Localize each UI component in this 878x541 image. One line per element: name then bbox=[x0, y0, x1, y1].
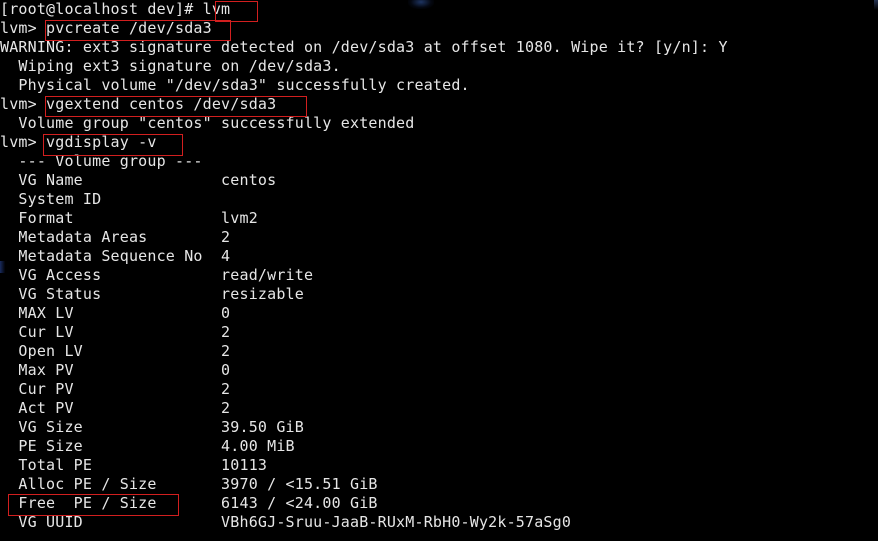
terminal-line-25: Alloc PE / Size 3970 / <15.51 GiB bbox=[0, 475, 378, 493]
terminal-line-6: Volume group "centos" successfully exten… bbox=[0, 114, 415, 132]
terminal-line-22: VG Size 39.50 GiB bbox=[0, 418, 304, 436]
terminal-line-24: Total PE 10113 bbox=[0, 456, 268, 474]
terminal-line-5: lvm> vgextend centos /dev/sda3 bbox=[0, 95, 277, 113]
terminal-line-13: Metadata Sequence No 4 bbox=[0, 247, 231, 265]
screen-artifact-right bbox=[874, 0, 878, 10]
terminal-line-17: Cur LV 2 bbox=[0, 323, 231, 341]
terminal-line-12: Metadata Areas 2 bbox=[0, 228, 231, 246]
terminal-line-26: Free PE / Size 6143 / <24.00 GiB bbox=[0, 494, 378, 512]
terminal-line-20: Cur PV 2 bbox=[0, 380, 231, 398]
terminal-line-3: Wiping ext3 signature on /dev/sda3. bbox=[0, 57, 341, 75]
terminal-line-21: Act PV 2 bbox=[0, 399, 231, 417]
terminal-line-16: MAX LV 0 bbox=[0, 304, 231, 322]
terminal-line-0: [root@localhost dev]# lvm bbox=[0, 0, 231, 18]
terminal-line-8: --- Volume group --- bbox=[0, 152, 203, 170]
terminal-line-27: VG UUID VBh6GJ-Sruu-JaaB-RUxM-RbH0-Wy2k-… bbox=[0, 513, 572, 531]
terminal-line-2: WARNING: ext3 signature detected on /dev… bbox=[0, 38, 728, 56]
terminal-line-14: VG Access read/write bbox=[0, 266, 314, 284]
terminal-line-1: lvm> pvcreate /dev/sda3 bbox=[0, 19, 212, 37]
screen-artifact-top bbox=[408, 0, 434, 9]
terminal-line-9: VG Name centos bbox=[0, 171, 277, 189]
terminal-line-11: Format lvm2 bbox=[0, 209, 258, 227]
terminal-line-10: System ID bbox=[0, 190, 102, 208]
terminal-window[interactable]: [root@localhost dev]# lvm lvm> pvcreate … bbox=[0, 0, 878, 541]
terminal-line-4: Physical volume "/dev/sda3" successfully… bbox=[0, 76, 470, 94]
terminal-line-23: PE Size 4.00 MiB bbox=[0, 437, 295, 455]
terminal-line-7: lvm> vgdisplay -v bbox=[0, 133, 157, 151]
terminal-line-18: Open LV 2 bbox=[0, 342, 231, 360]
terminal-line-15: VG Status resizable bbox=[0, 285, 304, 303]
terminal-line-19: Max PV 0 bbox=[0, 361, 231, 379]
